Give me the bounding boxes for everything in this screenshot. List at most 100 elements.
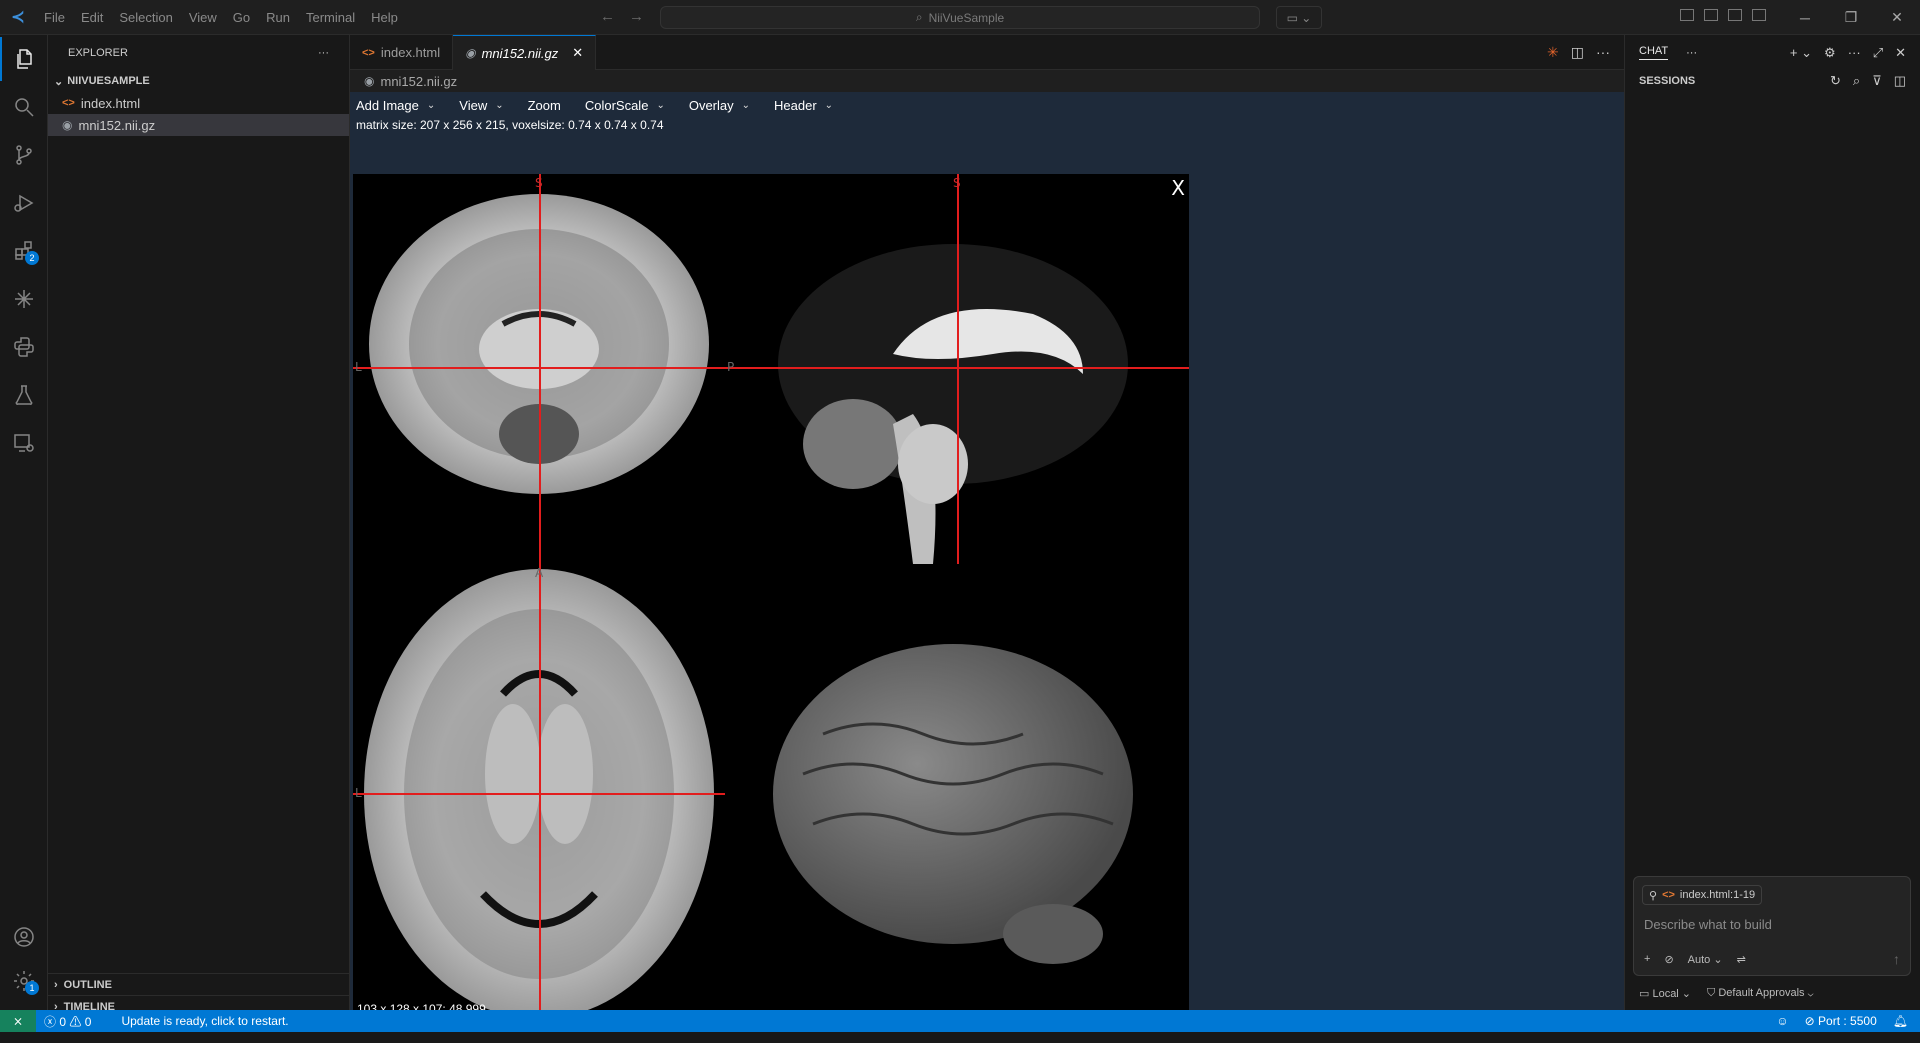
niivue-canvas[interactable]: S S L P A L X 103 x 128 x 107: 48.999: [353, 174, 1189, 1022]
file-index-html[interactable]: <> index.html: [48, 92, 349, 114]
menu-help[interactable]: Help: [363, 10, 406, 25]
extensions-badge: 2: [25, 251, 39, 265]
niivue-toolbar: Add Image ⌄ View ⌄ Zoom ColorScale ⌄ Overla…: [350, 92, 1624, 118]
files-icon[interactable]: [0, 37, 48, 81]
explorer-more-icon[interactable]: ···: [318, 47, 329, 59]
forward-arrow-icon[interactable]: →: [629, 8, 644, 25]
header-label: Header: [774, 97, 817, 113]
chevron-down-icon: ⌄: [656, 99, 665, 111]
menu-edit[interactable]: Edit: [73, 10, 111, 25]
overlay-menu[interactable]: Overlay ⌄: [689, 98, 750, 113]
chat-quick-button[interactable]: ▭ ⌄: [1276, 6, 1322, 29]
context-chip[interactable]: ⚲ <> index.html:1-19: [1642, 885, 1763, 905]
editor-area: <> index.html ◉ mni152.nii.gz ✕ ✳ ◫ ··· …: [350, 35, 1624, 1043]
mode-selector[interactable]: Auto ⌄: [1688, 953, 1723, 966]
gear-icon[interactable]: ⚙: [1824, 45, 1836, 61]
chat-title[interactable]: CHAT: [1639, 45, 1669, 60]
split-editor-icon[interactable]: ◫: [1571, 44, 1584, 61]
search-icon[interactable]: ⌕: [1853, 73, 1860, 89]
tab-index-html[interactable]: <> index.html: [350, 35, 454, 70]
add-context-icon[interactable]: +: [1644, 953, 1650, 965]
approvals-selector[interactable]: ⛉ Default Approvals ⌄: [1707, 987, 1814, 1000]
run-debug-icon[interactable]: [0, 181, 48, 225]
local-selector[interactable]: ▭ Local ⌄: [1639, 987, 1691, 1000]
sessions-actions: ↻ ⌕ ⊽ ◫: [1830, 73, 1906, 89]
chat-placeholder[interactable]: Describe what to build: [1644, 917, 1772, 932]
back-arrow-icon[interactable]: ←: [600, 8, 615, 25]
close-viewer-button[interactable]: X: [1171, 176, 1185, 200]
settings-sliders-icon[interactable]: ⇌: [1737, 953, 1746, 966]
local-label: Local: [1652, 988, 1679, 1000]
menu-terminal[interactable]: Terminal: [298, 10, 363, 25]
orientation-label-left: L: [355, 360, 362, 374]
sparkle-icon[interactable]: [0, 277, 48, 321]
close-window-icon[interactable]: ✕: [1874, 0, 1920, 35]
new-chat-icon[interactable]: + ⌄: [1790, 45, 1812, 61]
file-mni152[interactable]: ◉ mni152.nii.gz: [48, 114, 349, 136]
menu-file[interactable]: File: [36, 10, 73, 25]
more-actions-icon[interactable]: ···: [1596, 44, 1610, 60]
error-count: 0: [59, 1014, 67, 1029]
add-image-menu[interactable]: Add Image ⌄: [356, 98, 435, 113]
manage-gear-icon[interactable]: 1: [0, 959, 48, 1003]
chat-input-box[interactable]: ⚲ <> index.html:1-19 Describe what to bu…: [1633, 876, 1911, 976]
tab-mni152[interactable]: ◉ mni152.nii.gz ✕: [453, 35, 597, 70]
zoom-button[interactable]: Zoom: [528, 98, 561, 113]
header-menu[interactable]: Header ⌄: [774, 98, 833, 113]
tools-icon[interactable]: ⊘: [1664, 953, 1673, 966]
accounts-icon[interactable]: [0, 915, 48, 959]
close-icon[interactable]: ✕: [1895, 45, 1906, 61]
command-center[interactable]: ⌕ NiiVueSample: [660, 6, 1260, 29]
flask-icon[interactable]: [0, 373, 48, 417]
status-left: ⓧ 0 ⚠ 0 Update is ready, click to restar…: [36, 1013, 289, 1030]
more-icon[interactable]: ···: [1686, 47, 1697, 59]
close-tab-icon[interactable]: ✕: [572, 45, 583, 61]
panel-toggle-icon[interactable]: ◫: [1894, 73, 1906, 89]
warning-count: 0: [84, 1014, 92, 1029]
python-icon[interactable]: [0, 325, 48, 369]
menu-go[interactable]: Go: [225, 10, 258, 25]
copilot-icon[interactable]: ☺: [1776, 1014, 1788, 1028]
explorer-sidebar: EXPLORER ··· ⌄ NIIVUESAMPLE <> index.htm…: [48, 35, 350, 1013]
chat-footer: ▭ Local ⌄ ⛉ Default Approvals ⌄: [1639, 987, 1814, 1000]
chat-actions: + ⌄ ⚙ ··· ⤢ ✕: [1790, 45, 1906, 61]
menu-run[interactable]: Run: [258, 10, 298, 25]
minimize-icon[interactable]: ─: [1782, 0, 1828, 35]
restore-icon[interactable]: ❐: [1828, 0, 1874, 35]
more-actions-icon[interactable]: ···: [1848, 45, 1861, 61]
breadcrumb-file[interactable]: mni152.nii.gz: [380, 74, 457, 89]
command-center-label: NiiVueSample: [928, 10, 1005, 25]
remote-explorer-icon[interactable]: [0, 421, 48, 465]
taskbar-strip: [0, 1032, 1920, 1040]
toggle-primary-sidebar-icon[interactable]: [1704, 9, 1718, 21]
update-notice[interactable]: Update is ready, click to restart.: [121, 1014, 288, 1028]
workspace-folder[interactable]: ⌄ NIIVUESAMPLE: [48, 70, 349, 92]
crosshair-horizontal-top: [353, 367, 1189, 369]
sparkle-icon[interactable]: ✳: [1547, 44, 1559, 61]
mode-label: Auto: [1687, 953, 1711, 966]
view-menu[interactable]: View ⌄: [459, 98, 503, 113]
source-control-icon[interactable]: [0, 133, 48, 177]
extensions-icon[interactable]: 2: [0, 229, 48, 273]
breadcrumb: ◉ mni152.nii.gz: [350, 70, 1624, 92]
maximize-icon[interactable]: ⤢: [1873, 45, 1883, 61]
refresh-icon[interactable]: ↻: [1830, 73, 1841, 89]
colorscale-menu[interactable]: ColorScale ⌄: [585, 98, 665, 113]
chevron-down-icon: ⌄: [54, 75, 64, 88]
warning-icon: ⚠: [69, 1014, 82, 1029]
toggle-panel-icon[interactable]: [1728, 9, 1742, 21]
brain-slices-image: [364, 194, 1133, 1019]
live-server-port[interactable]: ⊘ Port : 5500: [1805, 1014, 1877, 1028]
remote-indicator-icon[interactable]: ⨯: [0, 1010, 36, 1032]
search-icon[interactable]: [0, 85, 48, 129]
menu-view[interactable]: View: [181, 10, 225, 25]
customize-layout-icon[interactable]: [1680, 9, 1694, 21]
filter-icon[interactable]: ⊽: [1872, 73, 1882, 89]
notifications-icon[interactable]: 🔔︎: [1893, 1014, 1908, 1028]
problems-indicator[interactable]: ⓧ 0 ⚠ 0: [44, 1013, 91, 1030]
send-icon[interactable]: ↑: [1893, 951, 1900, 967]
tab-label: mni152.nii.gz: [481, 45, 559, 61]
menu-selection[interactable]: Selection: [111, 10, 180, 25]
outline-section[interactable]: › OUTLINE: [48, 973, 350, 995]
toggle-secondary-sidebar-icon[interactable]: [1752, 9, 1766, 21]
